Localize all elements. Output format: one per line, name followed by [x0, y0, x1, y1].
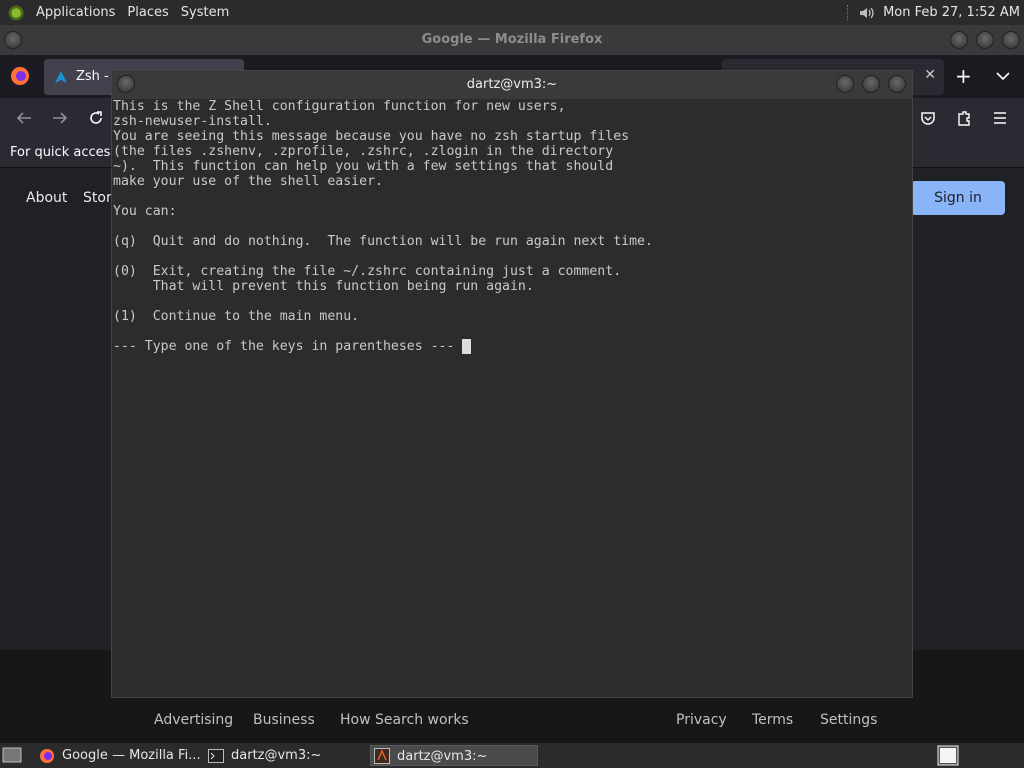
firefox-menu-icon[interactable] — [10, 66, 30, 86]
menu-applications[interactable]: Applications — [30, 0, 121, 25]
bottom-panel: Google — Mozilla Fi... dartz@vm3:~ dartz… — [0, 743, 1024, 768]
terminal-minimize-button[interactable] — [836, 75, 854, 93]
terminal-window[interactable]: dartz@vm3:~ This is the Z Shell configur… — [111, 70, 913, 698]
task-terminal-1[interactable]: dartz@vm3:~ — [205, 745, 365, 766]
terminal-line: That will prevent this function being ru… — [113, 279, 534, 294]
extensions-icon[interactable] — [955, 109, 973, 127]
minimize-button[interactable] — [950, 31, 968, 49]
panel-separator — [847, 4, 849, 21]
terminal-titlebar[interactable]: dartz@vm3:~ — [112, 71, 912, 99]
workspace-switcher-icon[interactable] — [937, 745, 959, 766]
top-panel: Applications Places System Mon Feb 27, 1… — [0, 0, 1024, 25]
desktop: Applications Places System Mon Feb 27, 1… — [0, 0, 1024, 768]
terminal-line: zsh-newuser-install. — [113, 114, 272, 129]
terminal-line: This is the Z Shell configuration functi… — [113, 99, 566, 114]
terminal-task-icon — [208, 749, 224, 763]
terminal-line: ~). This function can help you with a fe… — [113, 159, 614, 174]
footer-how-search-works-link[interactable]: How Search works — [340, 712, 469, 728]
clock[interactable]: Mon Feb 27, 1:52 AM — [883, 5, 1020, 20]
terminal-prompt-line: --- Type one of the keys in parentheses … — [113, 339, 912, 354]
terminal-line: You are seeing this message because you … — [113, 129, 630, 144]
firefox-window-title: Google — Mozilla Firefox — [421, 32, 603, 47]
terminal-line: (the files .zshenv, .zprofile, .zshrc, .… — [113, 144, 614, 159]
maximize-button[interactable] — [976, 31, 994, 49]
task-label: dartz@vm3:~ — [397, 749, 488, 764]
terminal-line: (0) Exit, creating the file ~/.zshrc con… — [113, 264, 622, 279]
hamburger-menu-icon[interactable] — [991, 109, 1009, 127]
forward-icon[interactable] — [51, 109, 69, 127]
firefox-task-icon — [40, 749, 54, 763]
terminal-line: (1) Continue to the main menu. — [113, 309, 360, 324]
terminal-line: make your use of the shell easier. — [113, 174, 383, 189]
task-label: Google — Mozilla Fi... — [62, 748, 201, 763]
menu-places[interactable]: Places — [121, 0, 174, 25]
pocket-icon[interactable] — [919, 109, 937, 127]
terminal-prompt: --- Type one of the keys in parentheses … — [113, 339, 463, 354]
new-tab-icon[interactable]: + — [955, 64, 972, 88]
bookmarks-hint: For quick access, — [10, 145, 122, 160]
google-signin-button[interactable]: Sign in — [911, 181, 1005, 215]
distro-logo-icon[interactable] — [8, 3, 26, 22]
footer-advertising-link[interactable]: Advertising — [154, 712, 233, 728]
tab-label: Zsh - — [76, 69, 109, 84]
terminal-maximize-button[interactable] — [862, 75, 880, 93]
task-firefox[interactable]: Google — Mozilla Fi... — [36, 745, 202, 766]
terminal-close-button[interactable] — [888, 75, 906, 93]
terminal-output[interactable]: This is the Z Shell configuration functi… — [112, 99, 912, 354]
tab-close-icon[interactable]: ✕ — [924, 67, 936, 83]
terminal-cursor — [462, 339, 472, 354]
terminal-line: You can: — [113, 204, 177, 219]
terminal-window-menu-button[interactable] — [117, 75, 135, 93]
terminal-title: dartz@vm3:~ — [466, 77, 558, 92]
back-icon[interactable] — [15, 109, 33, 127]
terminal-line: (q) Quit and do nothing. The function wi… — [113, 234, 653, 249]
firefox-titlebar[interactable]: Google — Mozilla Firefox — [0, 25, 1024, 55]
close-button[interactable] — [1002, 31, 1020, 49]
reload-icon[interactable] — [87, 109, 105, 127]
terminal-alt-task-icon — [374, 748, 390, 764]
footer-terms-link[interactable]: Terms — [752, 712, 793, 728]
arch-logo-icon — [55, 71, 67, 83]
volume-icon[interactable] — [857, 4, 875, 22]
show-desktop-icon[interactable] — [2, 746, 22, 764]
footer-privacy-link[interactable]: Privacy — [676, 712, 727, 728]
window-menu-button[interactable] — [4, 31, 22, 49]
menu-system[interactable]: System — [175, 0, 235, 25]
footer-business-link[interactable]: Business — [253, 712, 315, 728]
task-terminal-2[interactable]: dartz@vm3:~ — [370, 745, 538, 766]
list-tabs-icon[interactable] — [996, 71, 1010, 81]
task-label: dartz@vm3:~ — [231, 748, 322, 763]
footer-settings-link[interactable]: Settings — [820, 712, 877, 728]
google-about-link[interactable]: About — [26, 190, 67, 206]
